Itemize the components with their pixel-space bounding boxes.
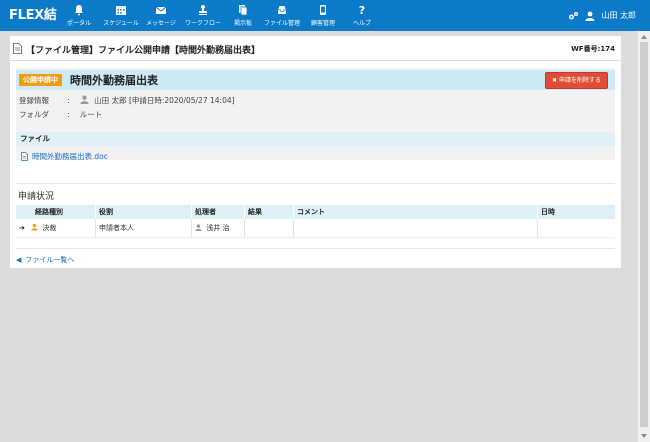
column-route-type: 経路種別 [16,205,96,219]
current-step-arrow-icon: ➔ [19,224,25,232]
nav-help-label: ヘルプ [352,20,371,27]
workflow-number: WF番号:174 [571,45,615,53]
status-badge: 公開申請中 [19,74,62,86]
nav-message-label: メッセージ [146,20,176,27]
nav-customer-management[interactable]: 顧客管理 [304,0,342,31]
request-title: 時間外勤務届出表 [70,74,158,87]
board-icon [239,5,248,16]
app-logo[interactable]: FLEX結 [0,0,58,31]
column-result: 結果 [244,205,294,219]
column-role: 役割 [95,205,192,219]
nav-message[interactable]: メッセージ [142,0,180,31]
nav-board-label: 掲示板 [233,20,252,27]
folder-info-row: フォルダ : ルート [19,109,102,120]
column-datetime: 日時 [537,205,615,219]
colon: : [67,110,70,119]
settings-icon[interactable] [568,11,579,21]
file-link[interactable]: 時間外勤務届出表.doc [16,151,615,162]
route-type-cell: ➔ 決裁 [16,219,96,238]
registration-info-row: 登録情報 : 山田 太郎 [申請日時:2020/05/27 14:04] [19,95,235,106]
page-header: 【ファイル管理】ファイル公開申請【時間外勤務届出表】 WF番号:174 [10,36,621,61]
delete-request-label: 申請を削除する [558,77,601,84]
nav-schedule[interactable]: スケジュール [100,0,142,31]
role-cell: 申請者本人 [95,219,192,238]
approver-icon [31,223,38,231]
nav-workflow[interactable]: ワークフロー [180,0,226,31]
scroll-up-arrow-icon[interactable] [638,32,650,42]
nav-customer-management-label: 顧客管理 [310,20,335,27]
column-comment: コメント [293,205,538,219]
scroll-down-arrow-icon[interactable] [638,431,650,441]
content-panel: 【ファイル管理】ファイル公開申請【時間外勤務届出表】 WF番号:174 公開申請… [10,36,621,268]
file-name: 時間外勤務届出表.doc [32,152,108,161]
divider [16,248,615,249]
datetime-cell [537,219,615,238]
table-header-row: 経路種別 役割 処理者 結果 コメント 日時 [16,205,615,219]
document-icon [13,43,22,54]
main-nav: ポータル スケジュール メッセージ ワークフロー 掲示板 ファイル管理 顧客管理… [58,0,382,31]
divider [16,183,615,184]
nav-file-management-label: ファイル管理 [263,20,300,27]
folder-label: フォルダ [19,110,49,119]
registration-value: 山田 太郎 [申請日時:2020/05/27 14:04] [94,96,235,105]
stamp-icon [199,5,207,15]
calendar-icon [116,6,126,15]
user-menu[interactable]: 山田 太郎 [568,0,650,31]
close-icon: ✖ [552,77,558,84]
registration-label: 登録情報 [19,96,49,105]
processor-name: 浅井 治 [206,224,230,232]
file-icon [21,152,28,161]
result-cell [244,219,294,238]
phone-icon [320,5,326,15]
column-processor: 処理者 [191,205,245,219]
file-section-header: ファイル [16,132,615,146]
back-to-file-list-link[interactable]: ◀ ファイル一覧へ [16,255,74,265]
help-icon: ? [359,4,365,16]
nav-portal[interactable]: ポータル [58,0,100,31]
top-navigation-bar: FLEX結 ポータル スケジュール メッセージ ワークフロー 掲示板 ファイル管… [0,0,650,31]
nav-board[interactable]: 掲示板 [226,0,260,31]
scrollbar-thumb[interactable] [640,42,648,427]
delete-request-button[interactable]: ✖ 申請を削除する [545,72,608,89]
bell-icon [75,5,83,16]
back-link-label: ファイル一覧へ [25,256,75,264]
processor-cell: 浅井 治 [191,219,245,238]
nav-workflow-label: ワークフロー [184,20,221,27]
file-section: ファイル 時間外勤務届出表.doc [16,132,615,162]
user-icon [195,224,202,231]
comment-cell [293,219,538,238]
page-title: 【ファイル管理】ファイル公開申請【時間外勤務届出表】 [26,46,261,56]
user-avatar-icon [585,11,595,21]
inbox-icon [278,6,286,14]
approval-status-title: 申請状況 [18,192,55,202]
nav-file-management[interactable]: ファイル管理 [260,0,304,31]
request-title-bar: 公開申請中 時間外勤務届出表 ✖ 申請を削除する [16,70,615,90]
nav-help[interactable]: ? ヘルプ [342,0,382,31]
colon: : [67,96,70,105]
route-type-value: 決裁 [42,224,57,232]
caret-left-icon: ◀ [16,256,22,264]
table-row: ➔ 決裁 申請者本人 浅井 治 [16,219,615,238]
svg-text:?: ? [359,4,365,16]
nav-portal-label: ポータル [66,20,91,27]
folder-value: ルート [79,110,103,119]
user-icon [80,95,89,104]
envelope-icon [155,6,167,14]
approval-status-table: 経路種別 役割 処理者 結果 コメント 日時 ➔ 決裁 申請者本人 浅井 治 [16,205,615,238]
user-name: 山田 太郎 [601,11,636,20]
nav-schedule-label: スケジュール [103,20,139,27]
